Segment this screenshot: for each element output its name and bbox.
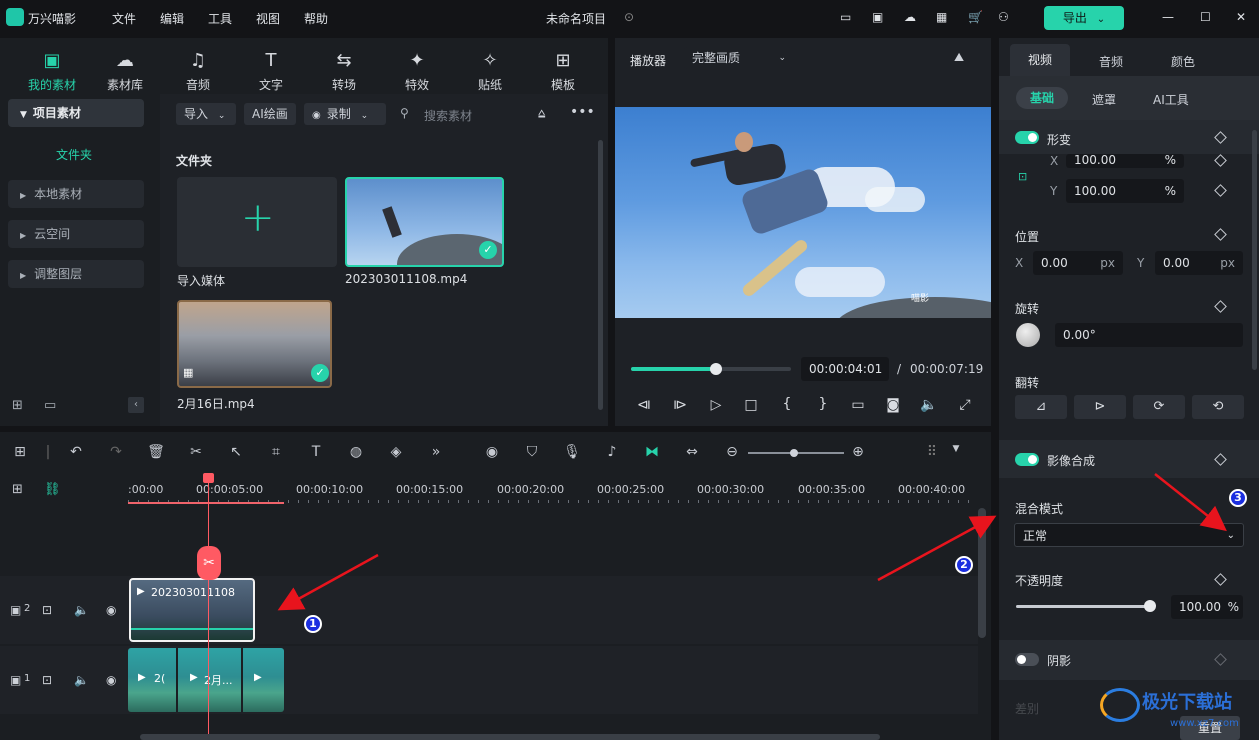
arrow-1 bbox=[277, 553, 379, 611]
annotation-badge-1: 1 bbox=[304, 615, 322, 633]
annotation-badge-2: 2 bbox=[955, 556, 973, 574]
site-watermark-url: www.xz7.com bbox=[1170, 718, 1239, 729]
annotation-badge-3: 3 bbox=[1229, 489, 1247, 507]
annotation-overlay bbox=[277, 473, 1227, 611]
arrow-3 bbox=[1154, 473, 1227, 532]
site-watermark-logo bbox=[1100, 688, 1140, 722]
site-watermark-title: 极光下载站 bbox=[1142, 692, 1232, 713]
arrow-2 bbox=[877, 515, 997, 582]
